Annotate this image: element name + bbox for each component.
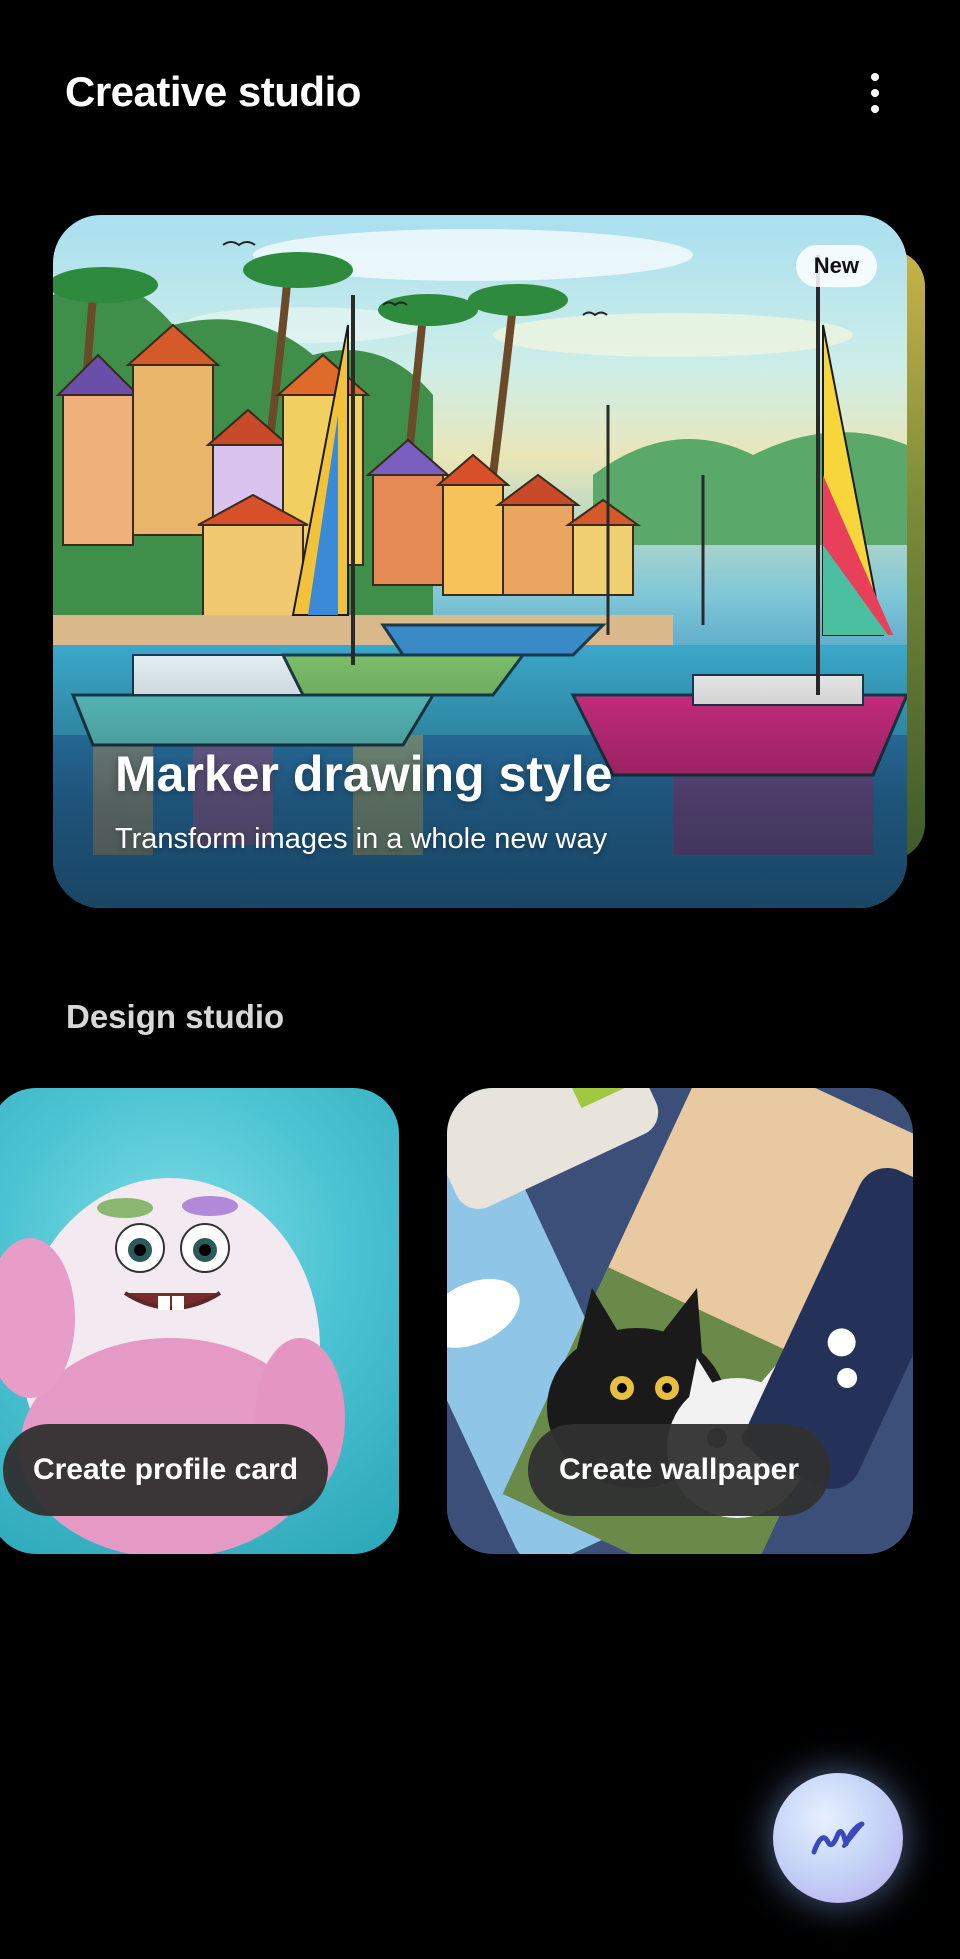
create-profile-card-button[interactable]: Create profile card <box>3 1424 328 1516</box>
hero-title: Marker drawing style <box>115 746 613 802</box>
more-dot <box>871 105 879 113</box>
pen-scribble-icon <box>811 1821 865 1855</box>
create-wallpaper-button[interactable]: Create wallpaper <box>528 1424 830 1516</box>
more-dot <box>871 89 879 97</box>
more-options-icon[interactable] <box>850 66 900 120</box>
new-badge: New <box>795 245 877 287</box>
hero-subtitle: Transform images in a whole new way <box>115 823 608 855</box>
more-dot <box>871 73 879 81</box>
hero-card-marker-drawing[interactable]: New Marker drawing style Transform image… <box>53 215 907 908</box>
page-title: Creative studio <box>65 68 361 115</box>
drawing-assist-button[interactable] <box>773 1773 903 1903</box>
design-studio-heading: Design studio <box>66 998 285 1035</box>
creative-studio-screen: Creative studio New Marker drawing style… <box>0 0 960 1959</box>
